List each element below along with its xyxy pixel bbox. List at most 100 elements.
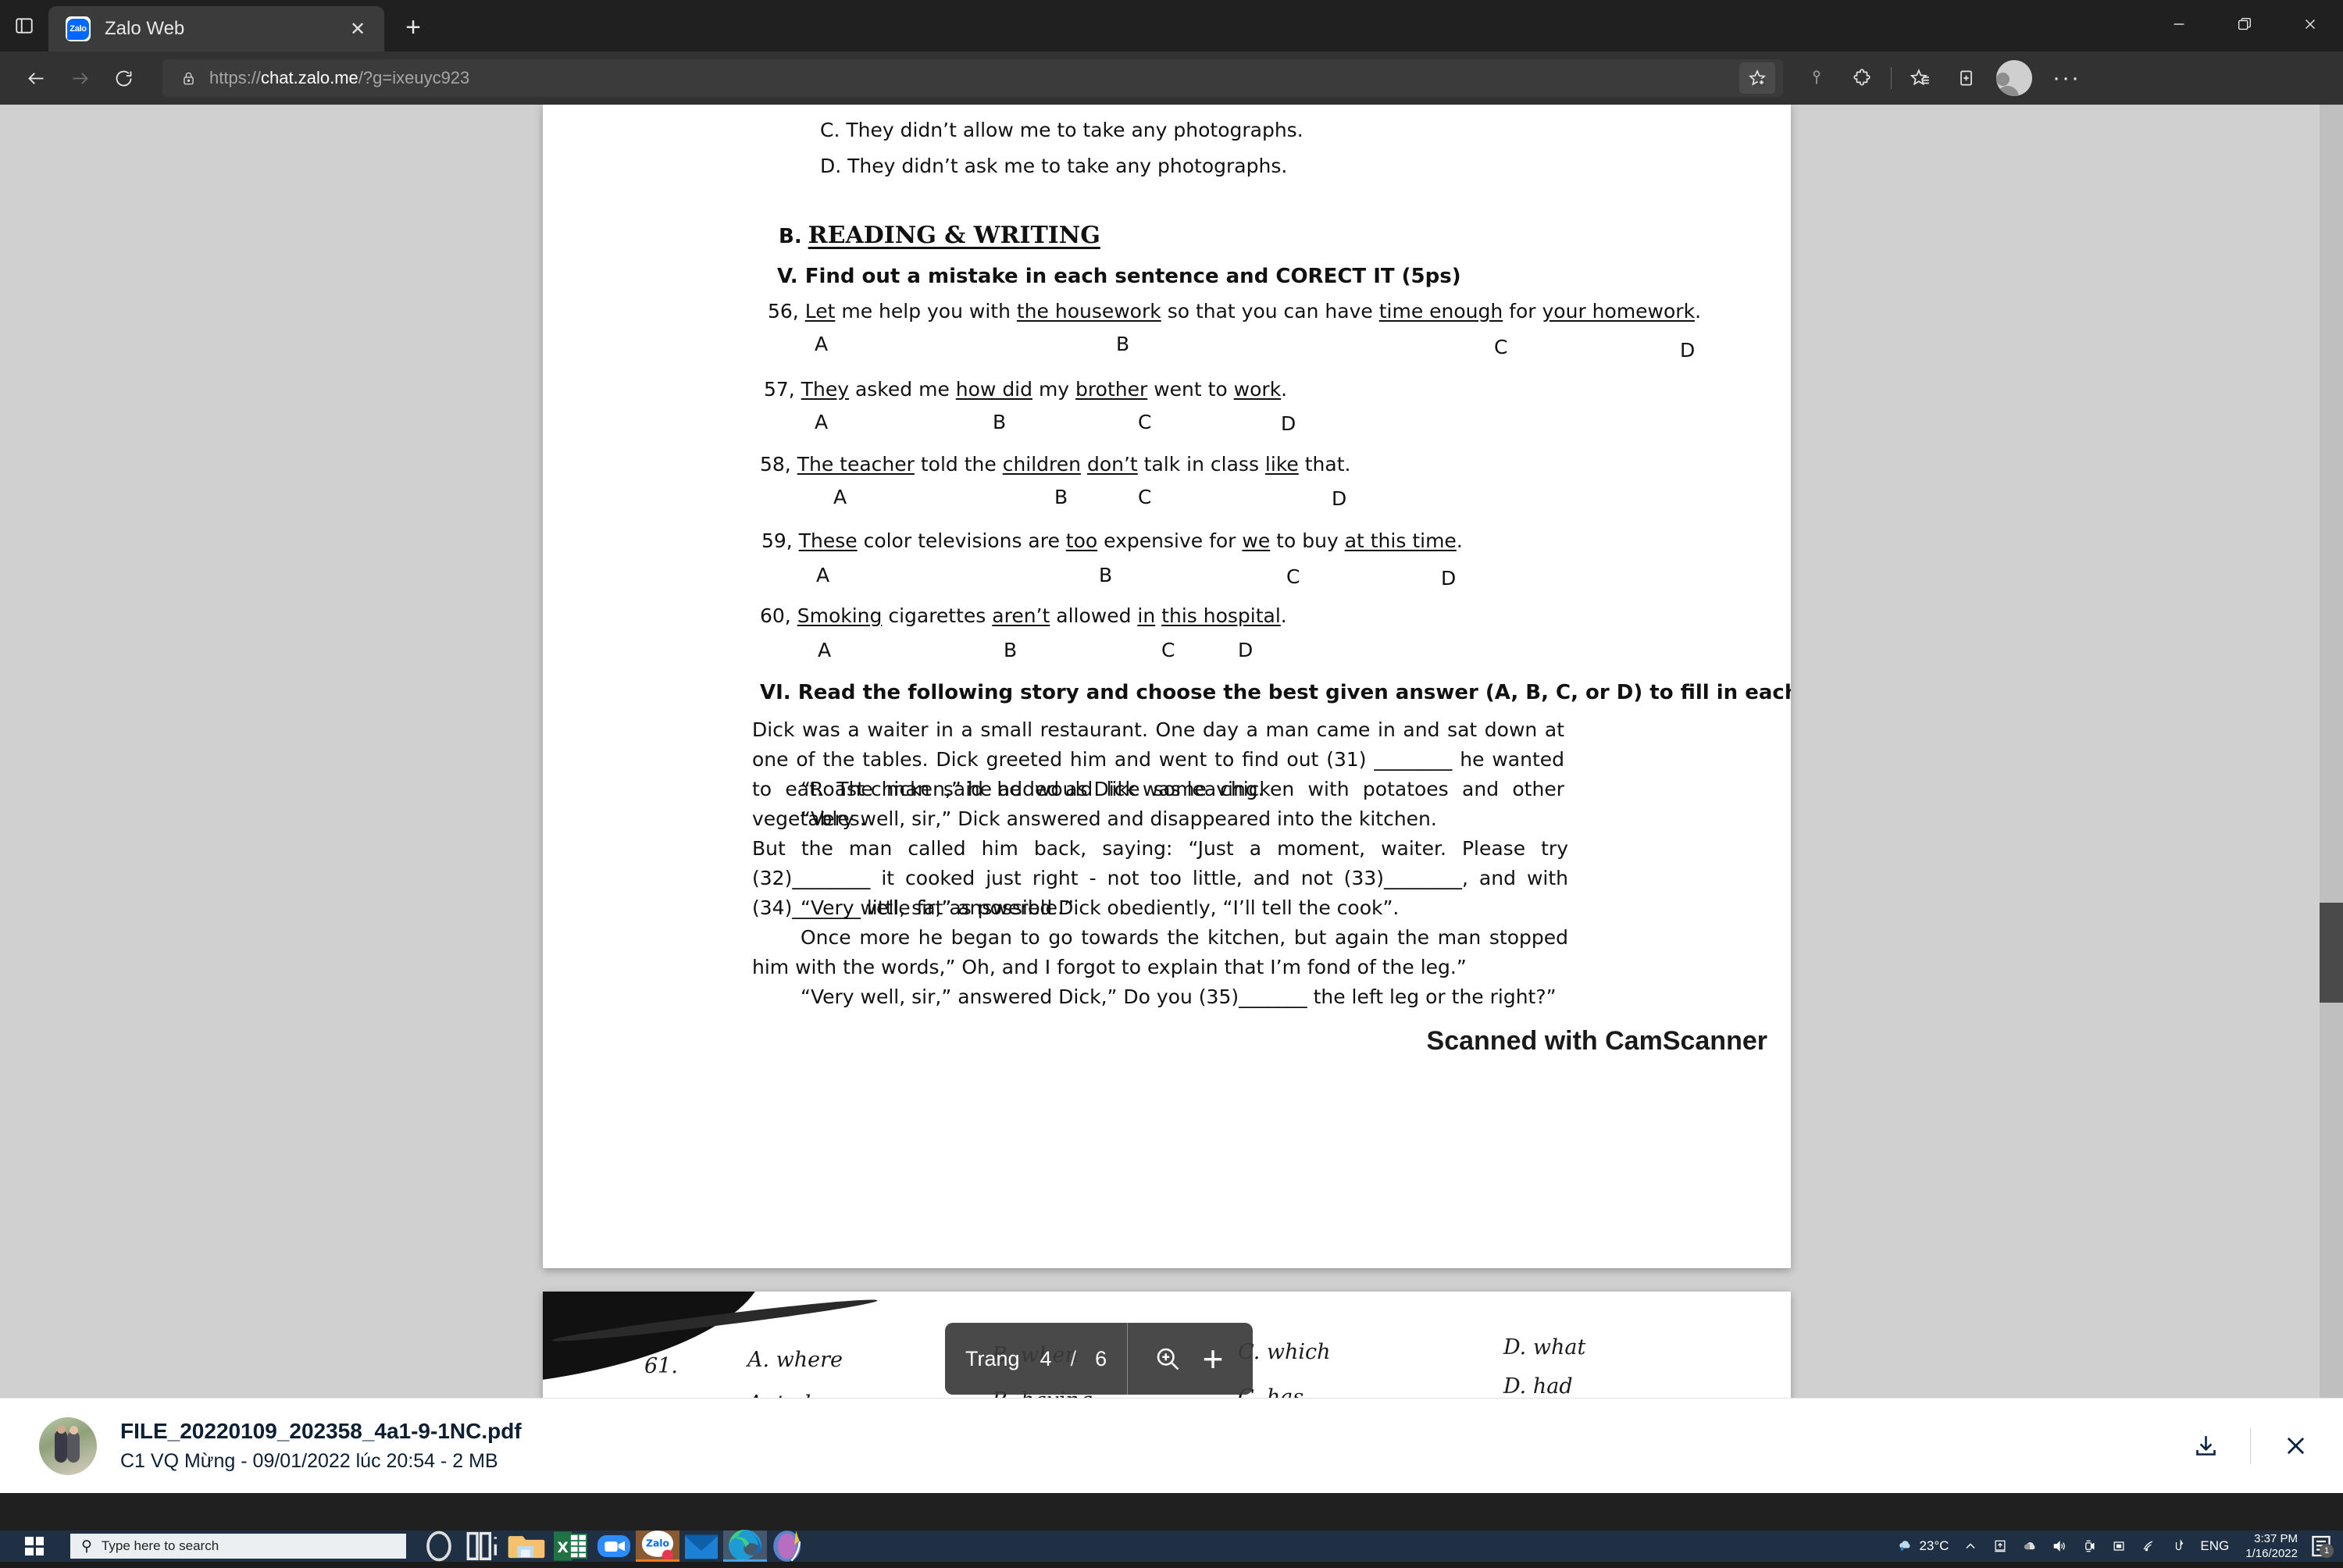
q56-label-b: B [1116,333,1130,355]
back-icon[interactable] [14,56,58,100]
reload-icon[interactable] [102,56,145,100]
q57-label-b: B [993,411,1007,433]
tab-strip: Zalo Zalo Web ✕ + [0,0,2343,52]
wifi-icon[interactable] [2134,1531,2163,1562]
search-icon: ⚲ [81,1538,92,1555]
tab-title: Zalo Web [105,18,185,39]
onedrive-upload-icon[interactable] [1985,1531,2015,1562]
browser-settings-more-icon[interactable]: ··· [2040,65,2093,91]
file-info-bar: FILE_20220109_202358_4a1-9-1NC.pdf C1 VQ… [0,1398,2343,1493]
system-tray: 23°C ENG 3:37 PM 1/16/2022 1 [1890,1531,2343,1562]
excel-icon[interactable]: X [548,1531,592,1562]
url-scheme: https:// [209,68,262,87]
q59-label-c: C [1286,565,1300,588]
q56-label-a: A [815,333,829,355]
page-separator: / [1070,1346,1077,1370]
close-window-button[interactable] [2277,0,2343,48]
zalo-app-icon[interactable]: Zalo [636,1531,679,1562]
file-actions [2178,1419,2323,1474]
unikey-tray-icon[interactable] [2163,1531,2193,1562]
url-text: https://chat.zalo.me/?g=ixeuyc923 [209,68,469,88]
story-paragraph-7: “Very well, sir,” answered Dick,” Do you… [801,985,1557,1008]
minimize-button[interactable] [2146,0,2212,48]
address-bar[interactable]: https://chat.zalo.me/?g=ixeuyc923 [162,59,1783,97]
page-indicator: Trang 4 / 6 [945,1323,1129,1395]
q58-label-d: D [1332,487,1347,510]
screen-record-icon[interactable] [2104,1531,2134,1562]
download-icon[interactable] [2178,1419,2233,1474]
language-indicator[interactable]: ENG [2193,1531,2236,1562]
onedrive-cloud-icon[interactable] [2015,1531,2045,1562]
weather-temp: 23°C [1919,1538,1949,1553]
file-name: FILE_20220109_202358_4a1-9-1NC.pdf [120,1419,522,1443]
next-q62-option-a: A. to have [747,1392,854,1398]
zoom-app-icon[interactable] [592,1531,636,1562]
notification-badge: 1 [2320,1544,2334,1558]
q56-label-d: D [1680,339,1696,362]
new-tab-button[interactable]: + [392,6,434,48]
question-60-text: 60, Smoking cigarettes aren’t allowed in… [760,604,1287,627]
page-current[interactable]: 4 [1040,1347,1052,1371]
clock-time: 3:37 PM [2254,1531,2298,1545]
start-button[interactable] [0,1531,69,1562]
svg-text:Zalo: Zalo [646,1538,669,1549]
cortana-icon[interactable] [417,1531,461,1562]
section-heading: B. READING & WRITING [779,222,1100,249]
answer-option-c: C. They didn’t allow me to take any phot… [820,119,1303,141]
edge-icon[interactable] [723,1530,767,1562]
forward-icon[interactable] [58,56,102,100]
browser-tab-zalo-web[interactable]: Zalo Zalo Web ✕ [48,6,384,52]
camera-privacy-icon[interactable] [2074,1531,2104,1562]
volume-icon[interactable] [2045,1531,2074,1562]
magnifier-plus-icon[interactable] [1145,1336,1190,1381]
q56-label-c: C [1494,336,1508,358]
password-key-icon[interactable] [1794,56,1839,100]
taskbar-clock[interactable]: 3:37 PM 1/16/2022 [2236,1531,2307,1561]
weather-widget[interactable]: 23°C [1890,1531,1956,1562]
question-59-text: 59, These color televisions are too expe… [761,529,1463,552]
q59-label-d: D [1441,567,1457,590]
question-57-text: 57, They asked me how did my brother wen… [764,378,1288,401]
windows-logo-icon [25,1537,44,1556]
q59-label-b: B [1099,564,1113,586]
task-view-icon[interactable] [461,1531,505,1562]
unikey-icon[interactable] [767,1531,811,1562]
q58-label-a: A [833,486,847,508]
scrollbar-thumb[interactable] [2320,903,2343,1003]
question-56-text: 56, Let me help you with the housework s… [768,300,1702,323]
restore-button[interactable] [2212,0,2277,48]
zoom-controls: + [1128,1323,1253,1395]
zoom-in-button[interactable]: + [1190,1336,1236,1381]
tab-actions-icon[interactable] [0,0,48,52]
collections-icon[interactable] [1943,56,1988,100]
q58-label-b: B [1054,486,1068,508]
show-hidden-icons-chevron-icon[interactable] [1956,1531,1985,1562]
close-icon[interactable] [2268,1419,2323,1474]
tab-close-icon[interactable]: ✕ [342,13,373,45]
part-vi-title: VI. Read the following story and choose … [760,681,1791,704]
pdf-page-current: C. They didn’t allow me to take any phot… [543,105,1791,1268]
windows-taskbar: ⚲ Type here to search X Zalo 23°C ENG 3:… [0,1530,2343,1562]
add-favorite-icon[interactable] [1739,62,1775,94]
story-paragraph-6: Once more he began to go towards the kit… [752,926,1568,978]
story-paragraph-5: “Very well, sir,” answered Dick obedient… [801,896,1400,919]
browser-window: Zalo Zalo Web ✕ + https://chat.zalo.me/?… [0,0,2343,1531]
taskbar-search-input[interactable]: ⚲ Type here to search [70,1534,406,1559]
file-details: FILE_20220109_202358_4a1-9-1NC.pdf C1 VQ… [120,1419,2178,1473]
extensions-icon[interactable] [1839,56,1885,100]
file-explorer-icon[interactable] [505,1531,548,1562]
q60-label-c: C [1161,639,1175,661]
notification-center-icon[interactable]: 1 [2307,1531,2335,1562]
q59-label-a: A [816,564,830,586]
profile-avatar[interactable] [1996,60,2032,96]
mail-icon[interactable] [679,1531,723,1562]
pdf-viewer[interactable]: C. They didn’t allow me to take any phot… [0,105,2343,1398]
file-actions-divider [2250,1427,2251,1464]
favorites-icon[interactable] [1898,56,1943,100]
toolbar-separator [1891,67,1892,89]
q57-label-a: A [815,411,829,433]
page-navigation-overlay[interactable]: Trang 4 / 6 + [945,1323,1254,1395]
section-prefix: B. [779,225,802,248]
next-q61-number: 61. [644,1354,678,1378]
viewer-scrollbar[interactable] [2320,105,2343,1398]
